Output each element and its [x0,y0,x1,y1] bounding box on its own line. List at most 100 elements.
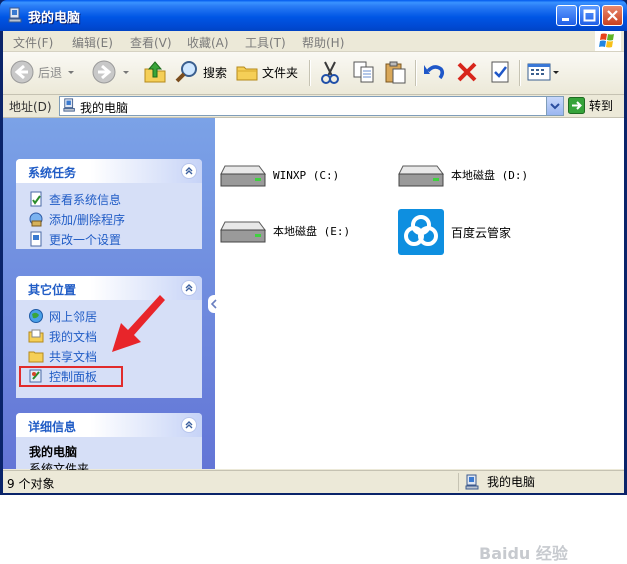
go-arrow-icon [568,97,585,114]
other-places-header[interactable]: 其它位置 [16,276,202,300]
hard-drive-icon [220,165,266,187]
address-label: 地址(D) [9,100,52,114]
drive-c[interactable]: WINXP (C:) [219,160,339,190]
copy-button[interactable] [351,56,377,88]
menu-tools[interactable]: 工具(T) [245,34,286,51]
window-frame: 文件(F) 编辑(E) 查看(V) 收藏(A) 工具(T) 帮助(H) 后退 搜… [3,31,624,563]
task-label: 添加/删除程序 [49,212,126,227]
search-button[interactable]: 搜索 [174,56,227,88]
content-area: 系统任务 查看系统信息 添加/删除程序 更改一个设置 其它位置 网上邻居 我的文… [3,118,624,563]
folders-label: 文件夹 [262,65,299,80]
address-value: 我的电脑 [80,101,129,115]
change-setting-icon [30,231,42,247]
task-label: 网上邻居 [49,309,98,324]
other-places-panel: 其它位置 网上邻居 我的文档 共享文档 控制面板 [16,276,202,398]
system-tasks-header[interactable]: 系统任务 [16,159,202,183]
pane-collapse-handle[interactable] [208,295,220,313]
chevron-up-icon [185,421,193,429]
task-label: 共享文档 [49,349,98,364]
hard-drive-icon [220,221,266,243]
menu-edit[interactable]: 编辑(E) [72,34,113,51]
task-pane: 系统任务 查看系统信息 添加/删除程序 更改一个设置 其它位置 网上邻居 我的文… [3,118,215,476]
collapse-button[interactable] [181,280,197,296]
task-change-setting[interactable]: 更改一个设置 [28,229,202,249]
back-arrow-icon [10,60,34,84]
windows-flag-icon [599,33,614,48]
forward-button[interactable] [91,56,131,88]
close-button[interactable] [602,5,623,26]
place-network[interactable]: 网上邻居 [28,306,202,326]
back-button[interactable]: 后退 [9,56,76,88]
task-label: 我的文档 [49,329,98,344]
toolbar: 后退 搜索 文件夹 [3,52,624,95]
views-icon [527,63,551,81]
drive-label: 本地磁盘 (E:) [273,225,351,238]
paste-icon [385,61,406,84]
toolbar-separator [519,60,521,86]
highlight-box [19,366,123,387]
menu-help[interactable]: 帮助(H) [302,34,344,51]
task-add-remove-programs[interactable]: 添加/删除程序 [28,209,202,229]
place-my-documents[interactable]: 我的文档 [28,326,202,346]
status-location: 我的电脑 [465,473,535,490]
drive-e[interactable]: 本地磁盘 (E:) [219,216,350,246]
maximize-icon [583,9,596,22]
views-button[interactable] [526,56,560,88]
go-label: 转到 [589,99,614,113]
details-name: 我的电脑 [29,445,78,459]
search-icon [175,61,197,83]
address-dropdown-button[interactable] [546,97,563,115]
delete-button[interactable] [454,56,480,88]
baidu-cloud-shortcut[interactable]: 百度云管家 [397,208,511,256]
drive-label: 百度云管家 [451,225,512,240]
network-globe-icon [29,309,43,323]
title-bar[interactable]: 我的电脑 [0,0,627,31]
my-computer-icon [8,7,22,23]
task-view-system-info[interactable]: 查看系统信息 [28,189,202,209]
system-tasks-panel: 系统任务 查看系统信息 添加/删除程序 更改一个设置 [16,159,202,249]
baidu-cloud-icon [398,209,444,255]
menu-favorites[interactable]: 收藏(A) [187,34,229,51]
chevron-down-icon [68,71,75,74]
status-divider [458,473,459,491]
drive-d[interactable]: 本地磁盘 (D:) [397,160,528,190]
address-input[interactable]: 我的电脑 [59,96,564,116]
details-header[interactable]: 详细信息 [16,413,202,437]
copy-icon [353,61,374,83]
watermark: Baidu 经验 [479,544,568,563]
chevron-up-icon [185,167,193,175]
menu-file[interactable]: 文件(F) [13,34,53,51]
up-folder-button[interactable] [143,56,167,88]
panel-title: 其它位置 [28,283,77,297]
properties-button[interactable] [487,56,513,88]
details-panel: 详细信息 我的电脑 系统文件夹 [16,413,202,476]
status-bar: 9 个对象 我的电脑 [3,470,624,493]
chevron-down-icon [123,71,129,74]
collapse-button[interactable] [181,163,197,179]
my-documents-icon [28,329,44,343]
menu-bar: 文件(F) 编辑(E) 查看(V) 收藏(A) 工具(T) 帮助(H) [3,31,624,52]
paste-button[interactable] [383,56,409,88]
undo-button[interactable] [421,56,447,88]
minimize-button[interactable] [556,5,577,26]
delete-x-icon [457,62,477,82]
place-shared-documents[interactable]: 共享文档 [28,346,202,366]
folders-button[interactable]: 文件夹 [235,56,298,88]
menu-view[interactable]: 查看(V) [130,34,172,51]
status-location-label: 我的电脑 [487,475,536,489]
close-icon [607,10,618,21]
address-bar: 地址(D) 我的电脑 转到 [3,95,624,118]
hard-drive-icon [398,165,444,187]
my-computer-icon [63,98,75,112]
maximize-button[interactable] [579,5,600,26]
up-folder-icon [144,61,166,83]
chevron-up-icon [185,284,193,292]
cut-button[interactable] [317,56,343,88]
drive-label: 本地磁盘 (D:) [451,169,529,182]
forward-arrow-icon [92,60,116,84]
panel-title: 详细信息 [28,420,77,434]
windows-logo [595,31,621,51]
go-button[interactable]: 转到 [568,97,613,114]
collapse-button[interactable] [181,417,197,433]
undo-icon [424,65,445,80]
